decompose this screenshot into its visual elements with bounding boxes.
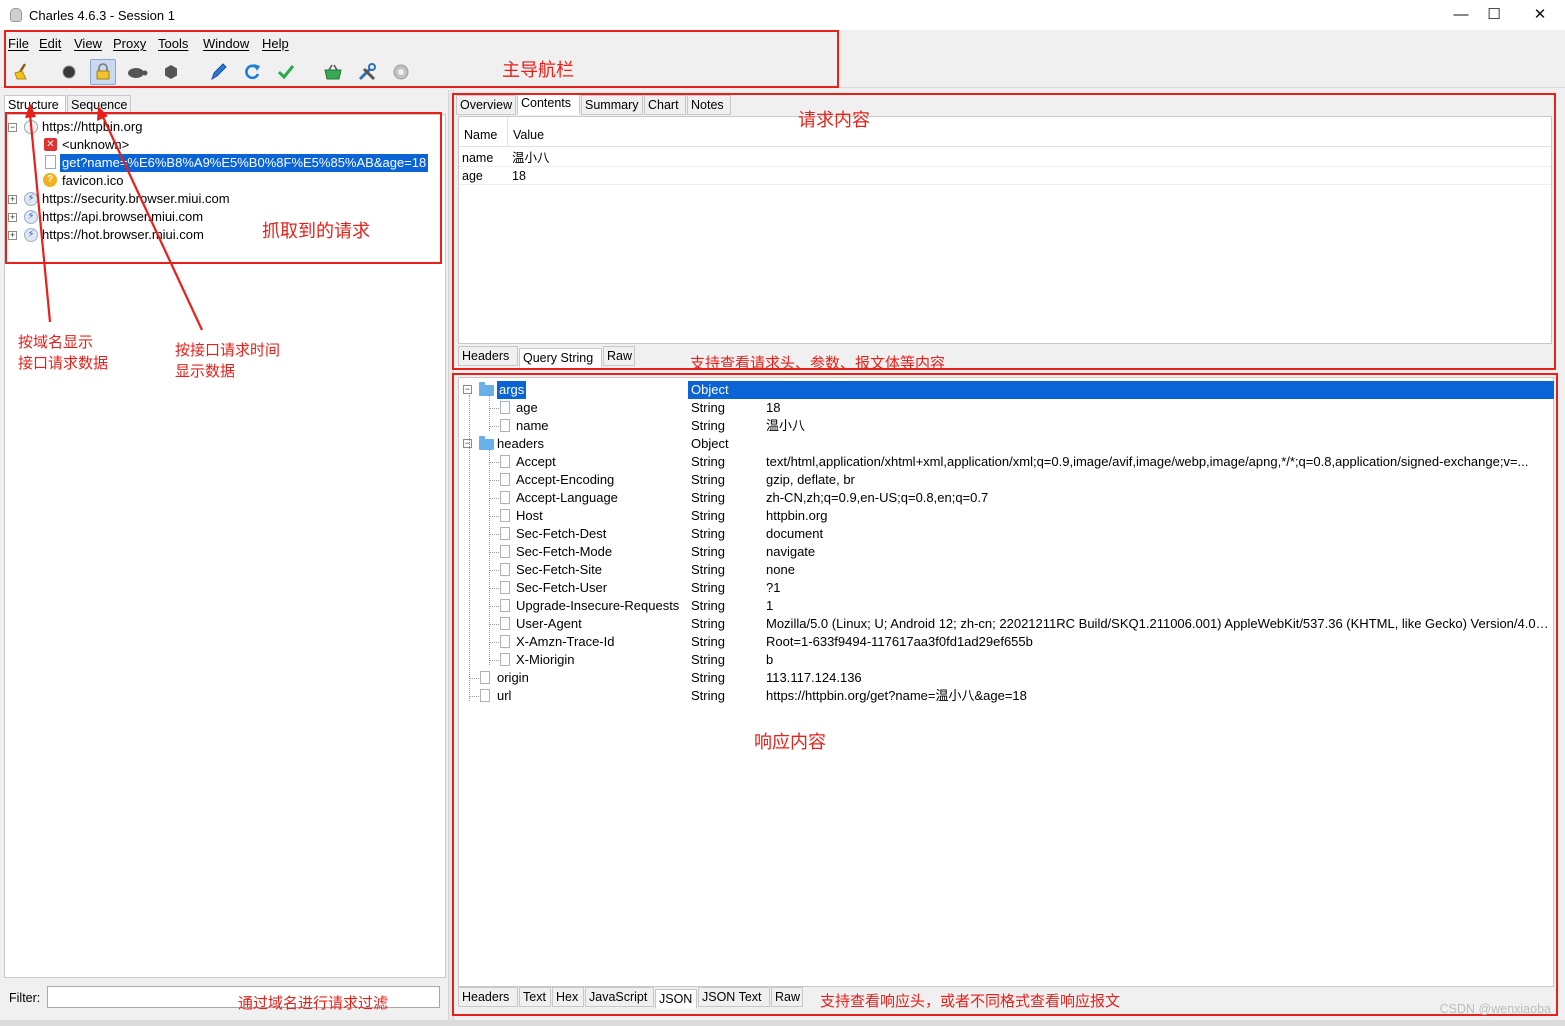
annotation-response-content: 响应内容 — [754, 732, 826, 753]
annotation-response-support: 支持查看响应头，或者不同格式查看响应报文 — [820, 992, 1121, 1010]
annotation-request-support: 支持查看请求头、参数、报文体等内容 — [690, 354, 946, 372]
status-bar — [0, 1020, 1565, 1026]
annotation-by-time-1: 按接口请求时间 — [175, 341, 281, 359]
annotation-by-time-2: 显示数据 — [175, 362, 236, 380]
annotation-arrows — [25, 103, 203, 331]
annotation-by-domain-1: 按域名显示 — [18, 333, 94, 351]
annotation-requests: 抓取到的请求 — [262, 221, 370, 242]
annotation-filter-hint: 通过域名进行请求过滤 — [238, 994, 389, 1012]
annotation-request-content: 请求内容 — [798, 110, 870, 131]
annotation-by-domain-2: 接口请求数据 — [18, 354, 109, 372]
annotation-nav: 主导航栏 — [502, 60, 574, 81]
watermark: CSDN @wenxiaoba — [1439, 1002, 1551, 1016]
